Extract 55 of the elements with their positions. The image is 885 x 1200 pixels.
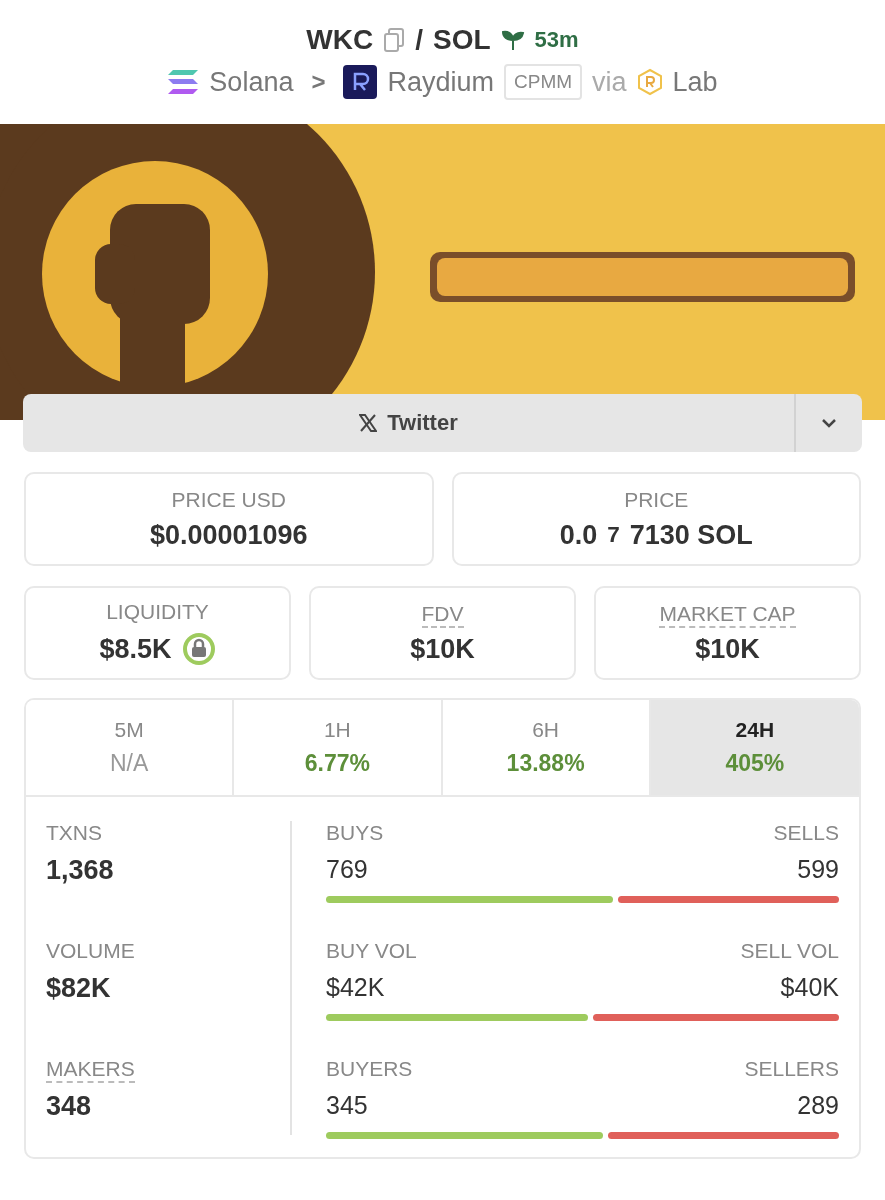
- launchpad-logo-icon: [636, 68, 663, 96]
- separator: /: [415, 24, 423, 56]
- price-change: 6.77%: [304, 750, 370, 777]
- sell-label: SELLERS: [744, 1057, 839, 1082]
- pair-age: 53m: [534, 27, 579, 53]
- copy-icon[interactable]: [383, 28, 406, 52]
- price-value: $0.00001096: [149, 519, 308, 551]
- stat-value: 1,368: [46, 855, 114, 886]
- buy-value: 769: [326, 855, 368, 884]
- sell-value: 289: [797, 1091, 839, 1120]
- chevron-down-icon: [821, 418, 837, 428]
- buy-value: $42K: [326, 973, 385, 1002]
- timeframe-label: 1H: [323, 718, 351, 742]
- stat-label: MAKERS: [46, 1057, 135, 1083]
- quote-token: SOL: [433, 24, 491, 56]
- timeframe-tab[interactable]: 5M N/A: [26, 700, 235, 795]
- sprout-icon: [500, 28, 525, 52]
- dex-name[interactable]: Raydium: [387, 66, 494, 98]
- stat-label: VOLUME: [46, 939, 135, 964]
- buy-label: BUYERS: [326, 1057, 413, 1082]
- dex-logo-icon: [343, 65, 378, 99]
- metric-value: $10K: [410, 633, 475, 665]
- metric-value: $10K: [695, 633, 760, 665]
- price-label: PRICE USD: [171, 487, 286, 513]
- buy-label: BUY VOL: [326, 939, 417, 964]
- pool-type-tag: CPMM: [504, 64, 583, 100]
- timeframe-label: 24H: [735, 718, 775, 742]
- base-token: WKC: [306, 24, 374, 56]
- breadcrumb-chevron: >: [311, 68, 326, 96]
- stat-value: $82K: [46, 973, 111, 1004]
- timeframe-tab[interactable]: 24H 405%: [650, 700, 859, 795]
- sell-value: $40K: [780, 973, 839, 1002]
- chain-name[interactable]: Solana: [209, 66, 294, 98]
- stat-label: TXNS: [46, 821, 102, 846]
- buy-label: BUYS: [326, 821, 384, 846]
- metric-label: LIQUIDITY: [106, 600, 209, 625]
- x-logo-icon: [359, 414, 378, 432]
- metric-label: MARKET CAP: [659, 601, 796, 628]
- launchpad-name[interactable]: Lab: [672, 66, 718, 98]
- price-change: 405%: [725, 750, 785, 777]
- metric-value: $8.5K: [99, 633, 172, 665]
- sell-label: SELLS: [773, 821, 839, 846]
- metric-label: FDV: [421, 601, 464, 628]
- price-label: PRICE: [624, 487, 689, 513]
- timeframe-label: 6H: [532, 718, 560, 742]
- timeframe-label: 5M: [114, 718, 144, 742]
- buy-value: 345: [326, 1091, 368, 1120]
- price-change: 13.88%: [506, 750, 585, 777]
- price-change: N/A: [109, 750, 149, 777]
- sell-value: 599: [797, 855, 839, 884]
- via-text: via: [592, 66, 627, 98]
- stat-value: 348: [46, 1091, 92, 1122]
- chain-logo-icon: [167, 69, 200, 95]
- sell-label: SELL VOL: [740, 939, 839, 964]
- lock-icon[interactable]: [181, 632, 216, 666]
